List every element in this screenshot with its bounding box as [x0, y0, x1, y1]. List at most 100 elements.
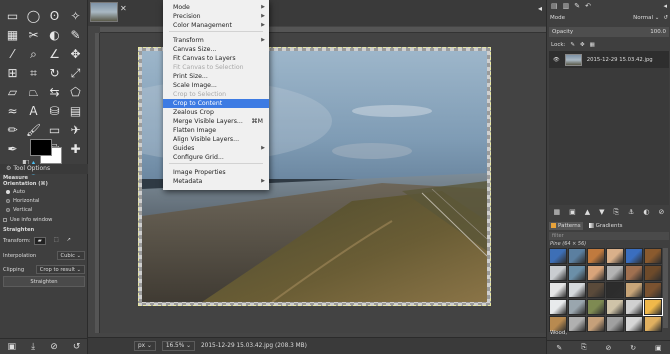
- orientation-auto-radio[interactable]: Auto: [6, 189, 25, 196]
- tab-gradients[interactable]: Gradients: [587, 222, 625, 230]
- menu-item-print-size[interactable]: Print Size...: [163, 72, 269, 81]
- pattern-swatch[interactable]: [625, 299, 643, 315]
- pattern-swatch[interactable]: [587, 282, 605, 298]
- foreground-color-swatch[interactable]: [30, 139, 52, 156]
- restore-options-icon[interactable]: ⤓: [31, 342, 35, 352]
- pattern-swatch[interactable]: [549, 265, 567, 281]
- pattern-swatch[interactable]: [625, 265, 643, 281]
- undo-tab-icon[interactable]: ↶: [585, 2, 591, 10]
- menu-item-metadata[interactable]: Metadata ▶: [163, 177, 269, 186]
- ellipse-select-icon[interactable]: ◯: [23, 6, 44, 25]
- pattern-swatch[interactable]: [568, 299, 586, 315]
- pattern-swatch[interactable]: [587, 299, 605, 315]
- mask-layer-icon[interactable]: ◐: [643, 208, 649, 216]
- clipping-select[interactable]: Crop to result ⌄: [35, 265, 85, 274]
- cage-icon[interactable]: ⬠: [65, 82, 86, 101]
- tool-options-tab[interactable]: ⚙ Tool Options: [0, 164, 88, 174]
- collapse-dock-icon[interactable]: ◂: [538, 4, 542, 13]
- tab-patterns[interactable]: Patterns: [549, 221, 583, 230]
- duplicate-layer-icon[interactable]: ⎘: [614, 208, 620, 217]
- mode-select[interactable]: Normal ⌄: [633, 15, 659, 21]
- use-info-window-checkbox[interactable]: Use info window: [3, 217, 52, 224]
- menu-item-canvas-size[interactable]: Canvas Size...: [163, 45, 269, 54]
- open-as-image-icon[interactable]: ▣: [655, 344, 662, 352]
- lock-position-icon[interactable]: ✥: [580, 42, 585, 48]
- menu-item-align-visible-layers[interactable]: Align Visible Layers...: [163, 135, 269, 144]
- pattern-swatch[interactable]: [644, 316, 662, 332]
- menu-item-precision[interactable]: Precision ▶: [163, 12, 269, 21]
- pattern-swatch[interactable]: [587, 248, 605, 264]
- unit-select[interactable]: px ⌄: [134, 341, 156, 351]
- lower-layer-icon[interactable]: ▼: [599, 208, 604, 216]
- perspective-icon[interactable]: ⏢: [23, 82, 44, 101]
- refresh-patterns-icon[interactable]: ↻: [630, 344, 636, 352]
- save-options-icon[interactable]: ▣: [8, 342, 17, 352]
- menu-item-fit-canvas-to-layers[interactable]: Fit Canvas to Layers: [163, 54, 269, 63]
- pattern-swatch[interactable]: [644, 265, 662, 281]
- menu-item-configure-grid[interactable]: Configure Grid...: [163, 153, 269, 162]
- menu-item-zealous-crop[interactable]: Zealous Crop: [163, 108, 269, 117]
- color-picker-icon[interactable]: ⁄: [2, 44, 23, 63]
- menu-item-scale-image[interactable]: Scale Image...: [163, 81, 269, 90]
- anchor-layer-icon[interactable]: ⚓: [628, 208, 634, 216]
- edit-pattern-icon[interactable]: ✎: [556, 344, 562, 352]
- reset-options-icon[interactable]: ↺: [73, 342, 81, 352]
- lock-alpha-icon[interactable]: ▦: [590, 42, 595, 48]
- dock-menu-icon[interactable]: ◂: [663, 2, 667, 10]
- measure-icon[interactable]: ∠: [44, 44, 65, 63]
- menu-item-color-management[interactable]: Color Management ▶: [163, 21, 269, 30]
- pattern-swatch[interactable]: [549, 282, 567, 298]
- pattern-swatch[interactable]: [625, 282, 643, 298]
- menu-item-image-properties[interactable]: Image Properties: [163, 168, 269, 177]
- align-icon[interactable]: ⊞: [2, 63, 23, 82]
- pattern-swatch[interactable]: [606, 265, 624, 281]
- pattern-swatch[interactable]: [625, 248, 643, 264]
- rect-select-icon[interactable]: ▭: [2, 6, 23, 25]
- blend-icon[interactable]: ▤: [65, 101, 86, 120]
- pattern-swatch[interactable]: [625, 316, 643, 332]
- opacity-slider[interactable]: Opacity 100.0: [549, 27, 669, 37]
- color-select-icon[interactable]: ▦: [2, 25, 23, 44]
- paths-icon[interactable]: ✎: [65, 25, 86, 44]
- delete-layer-icon[interactable]: ⊘: [659, 208, 665, 216]
- pattern-scrollbar[interactable]: [663, 248, 668, 328]
- zoom-select[interactable]: 16.5% ⌄: [161, 341, 195, 351]
- pattern-swatch[interactable]: [606, 282, 624, 298]
- scissors-icon[interactable]: ✂: [23, 25, 44, 44]
- menu-item-transform[interactable]: Transform ▶: [163, 36, 269, 45]
- move-icon[interactable]: ✥: [65, 44, 86, 63]
- image-tab-thumbnail[interactable]: [90, 2, 118, 22]
- menu-item-mode[interactable]: Mode ▶: [163, 3, 269, 12]
- menu-item-guides[interactable]: Guides ▶: [163, 144, 269, 153]
- layers-tab-icon[interactable]: ▤: [551, 2, 558, 10]
- duplicate-pattern-icon[interactable]: ⎘: [581, 343, 587, 352]
- transform-layer-icon[interactable]: ▰: [33, 236, 46, 245]
- rotate-icon[interactable]: ↻: [44, 63, 65, 82]
- pattern-swatch[interactable]: [568, 282, 586, 298]
- free-select-icon[interactable]: ʘ: [44, 6, 65, 25]
- delete-options-icon[interactable]: ⊘: [50, 342, 58, 352]
- menu-item-flatten-image[interactable]: Flatten Image: [163, 126, 269, 135]
- visibility-eye-icon[interactable]: 👁: [553, 57, 560, 63]
- new-layer-icon[interactable]: ▦: [554, 208, 561, 216]
- bucket-fill-icon[interactable]: ⛁: [44, 101, 65, 120]
- paths-tab-icon[interactable]: ✎: [574, 2, 580, 10]
- menu-item-merge-visible-layers[interactable]: Merge Visible Layers... ⌘M: [163, 117, 269, 126]
- text-icon[interactable]: A: [23, 101, 44, 120]
- straighten-button[interactable]: Straighten: [3, 276, 85, 287]
- pattern-swatch[interactable]: [643, 298, 663, 316]
- pattern-swatch[interactable]: [549, 248, 567, 264]
- pattern-swatch[interactable]: [606, 299, 624, 315]
- tab-close-icon[interactable]: ✕: [120, 4, 127, 13]
- mode-reset-icon[interactable]: ↺: [663, 15, 668, 21]
- lock-pixels-icon[interactable]: ✎: [570, 42, 575, 48]
- menu-item-crop-to-content[interactable]: Crop to Content: [163, 99, 269, 108]
- pattern-swatch[interactable]: [644, 282, 662, 298]
- pattern-swatch[interactable]: [568, 316, 586, 332]
- shear-icon[interactable]: ▱: [2, 82, 23, 101]
- pattern-swatch[interactable]: [606, 248, 624, 264]
- layer-list[interactable]: [549, 68, 669, 205]
- channels-tab-icon[interactable]: ▥: [563, 2, 570, 10]
- flip-icon[interactable]: ⇆: [44, 82, 65, 101]
- crop-icon[interactable]: ⌗: [23, 63, 44, 82]
